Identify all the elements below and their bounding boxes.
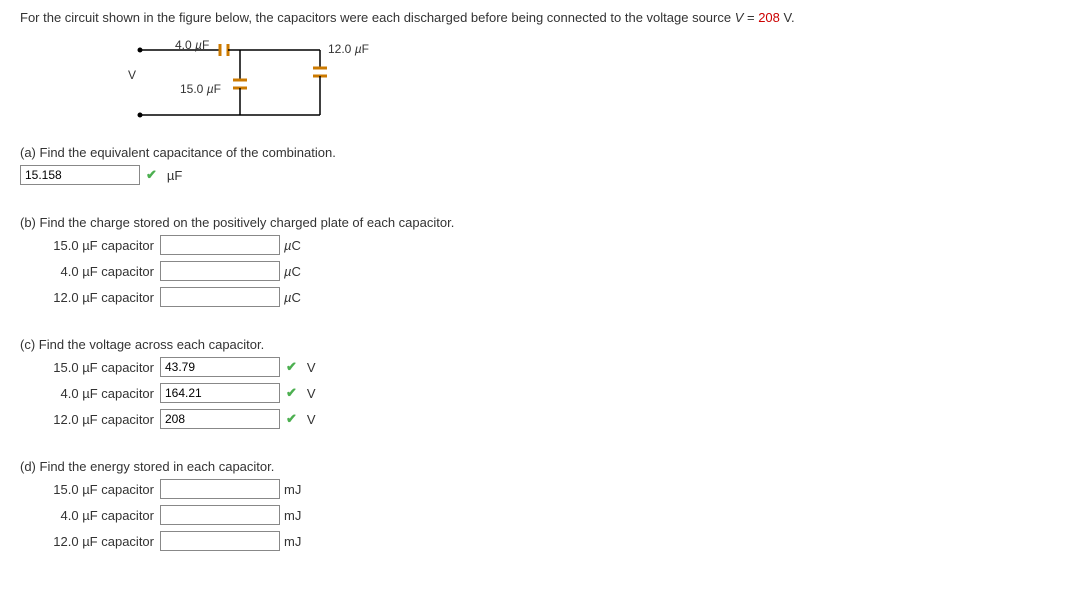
check-icon: ✔ — [146, 167, 157, 183]
part-c-label-1: 4.0 µF capacitor — [20, 386, 160, 401]
part-b-label-2: 12.0 µF capacitor — [20, 290, 160, 305]
problem-value: 208 — [758, 10, 780, 25]
check-icon: ✔ — [286, 385, 297, 401]
part-c-label-2: 12.0 µF capacitor — [20, 412, 160, 427]
part-d-label-0: 15.0 µF capacitor — [20, 482, 160, 497]
circuit-c1-label: 4.0 µF — [175, 38, 209, 52]
part-d-unit-1: mJ — [284, 508, 301, 523]
circuit-diagram: V 4.0 µF 12.0 µF 15.0 µF — [120, 40, 370, 130]
part-b-row-2: 12.0 µF capacitor µC — [20, 287, 1063, 307]
part-c-input-1[interactable] — [160, 383, 280, 403]
part-c-prompt: (c) Find the voltage across each capacit… — [20, 337, 1063, 352]
problem-text-after: V. — [780, 10, 795, 25]
part-b-unit-2: µC — [284, 290, 301, 305]
part-a-unit: µF — [167, 168, 182, 183]
part-b-row-0: 15.0 µF capacitor µC — [20, 235, 1063, 255]
part-c-label-0: 15.0 µF capacitor — [20, 360, 160, 375]
part-b-input-1[interactable] — [160, 261, 280, 281]
part-b-unit-1: µC — [284, 264, 301, 279]
part-c-input-2[interactable] — [160, 409, 280, 429]
circuit-v-label: V — [128, 68, 136, 82]
part-c-unit-1: V — [307, 386, 316, 401]
part-d: (d) Find the energy stored in each capac… — [20, 459, 1063, 551]
part-a-input[interactable] — [20, 165, 140, 185]
part-d-row-1: 4.0 µF capacitor mJ — [20, 505, 1063, 525]
part-b: (b) Find the charge stored on the positi… — [20, 215, 1063, 307]
part-b-input-0[interactable] — [160, 235, 280, 255]
part-a-prompt: (a) Find the equivalent capacitance of t… — [20, 145, 1063, 160]
part-d-label-2: 12.0 µF capacitor — [20, 534, 160, 549]
part-b-label-0: 15.0 µF capacitor — [20, 238, 160, 253]
problem-statement: For the circuit shown in the figure belo… — [20, 10, 1063, 25]
part-b-prompt: (b) Find the charge stored on the positi… — [20, 215, 1063, 230]
part-c-unit-2: V — [307, 412, 316, 427]
part-b-unit-0: µC — [284, 238, 301, 253]
part-b-label-1: 4.0 µF capacitor — [20, 264, 160, 279]
part-a: (a) Find the equivalent capacitance of t… — [20, 145, 1063, 185]
part-c-input-0[interactable] — [160, 357, 280, 377]
problem-equals: = — [743, 10, 758, 25]
part-c: (c) Find the voltage across each capacit… — [20, 337, 1063, 429]
part-d-prompt: (d) Find the energy stored in each capac… — [20, 459, 1063, 474]
part-d-label-1: 4.0 µF capacitor — [20, 508, 160, 523]
part-b-input-2[interactable] — [160, 287, 280, 307]
part-d-input-0[interactable] — [160, 479, 280, 499]
circuit-c2-label: 12.0 µF — [328, 42, 369, 56]
part-d-unit-2: mJ — [284, 534, 301, 549]
part-d-row-2: 12.0 µF capacitor mJ — [20, 531, 1063, 551]
problem-text-before: For the circuit shown in the figure belo… — [20, 10, 735, 25]
check-icon: ✔ — [286, 359, 297, 375]
part-d-unit-0: mJ — [284, 482, 301, 497]
part-c-row-0: 15.0 µF capacitor ✔ V — [20, 357, 1063, 377]
part-a-row: ✔ µF — [20, 165, 1063, 185]
part-c-row-1: 4.0 µF capacitor ✔ V — [20, 383, 1063, 403]
part-d-input-2[interactable] — [160, 531, 280, 551]
part-d-input-1[interactable] — [160, 505, 280, 525]
part-c-row-2: 12.0 µF capacitor ✔ V — [20, 409, 1063, 429]
part-d-row-0: 15.0 µF capacitor mJ — [20, 479, 1063, 499]
circuit-c3-label: 15.0 µF — [180, 82, 221, 96]
part-c-unit-0: V — [307, 360, 316, 375]
check-icon: ✔ — [286, 411, 297, 427]
part-b-row-1: 4.0 µF capacitor µC — [20, 261, 1063, 281]
